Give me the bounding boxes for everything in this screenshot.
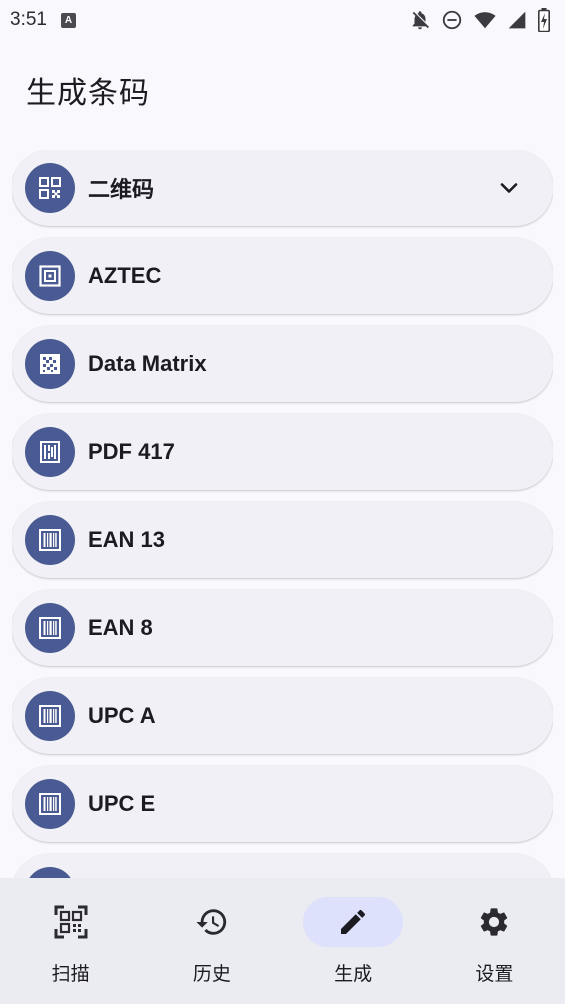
chevron-down-icon[interactable] [499,178,519,198]
nav-pill [21,897,121,947]
data-matrix-icon [25,339,75,389]
cell-signal-icon [508,11,526,29]
aztec-icon [25,251,75,301]
barcode-icon [25,691,75,741]
qr-code-icon [25,163,75,213]
nav-pill-active [303,897,404,947]
list-item-aztec[interactable]: AZTEC [12,238,553,314]
barcode-type-list[interactable]: 二维码 AZTEC Data Matrix PDF 417 EAN 13 EAN… [12,150,553,878]
list-item-label: UPC A [88,703,156,728]
gear-icon [481,908,508,936]
list-item-label: EAN 13 [88,527,166,552]
history-icon [196,909,227,935]
bottom-navigation: 扫描 历史 生成 设置 [0,878,565,1004]
barcode-icon [25,515,75,565]
status-right [409,8,551,32]
list-item-ean8[interactable]: EAN 8 [12,590,553,666]
list-item-upca[interactable]: UPC A [12,678,553,754]
list-item-label: AZTEC [88,263,162,288]
nav-item-history[interactable]: 历史 [141,878,282,1004]
wifi-icon [474,12,496,29]
pdf417-icon [25,427,75,477]
list-item-label: PDF 417 [88,439,175,464]
barcode-icon [25,603,75,653]
page-title: 生成条码 [26,76,150,111]
a-icon: A [60,12,76,28]
qr-scan-icon [54,905,88,939]
status-bar: 3:51 A [0,0,565,40]
status-left: 3:51 A [10,9,76,31]
nav-pill [162,897,262,947]
list-item-label: EAN 8 [88,615,153,640]
list-item-label: UPC E [88,791,156,816]
status-time: 3:51 [10,9,47,30]
barcode-icon [25,867,75,878]
nav-label: 扫描 [51,963,90,985]
nav-pill [444,897,544,947]
nav-item-settings[interactable]: 设置 [424,878,565,1004]
nav-label: 历史 [192,963,231,985]
list-item-data-matrix[interactable]: Data Matrix [12,326,553,402]
nav-item-scan[interactable]: 扫描 [0,878,141,1004]
do-not-disturb-icon [442,10,462,30]
notifications-off-icon [412,11,429,30]
nav-label: 设置 [475,963,514,985]
pencil-icon [341,909,366,934]
list-item-label: Data Matrix [88,351,207,376]
nav-label: 生成 [334,963,373,985]
list-item-pdf417[interactable]: PDF 417 [12,414,553,490]
battery-charging-icon [538,8,550,32]
list-item-upce[interactable]: UPC E [12,766,553,842]
barcode-icon [25,779,75,829]
list-item-partial[interactable] [12,854,553,878]
list-item-ean13[interactable]: EAN 13 [12,502,553,578]
list-item-label: 二维码 [88,178,155,203]
list-item-qr-code[interactable]: 二维码 [12,150,553,226]
nav-item-generate[interactable]: 生成 [283,878,424,1004]
